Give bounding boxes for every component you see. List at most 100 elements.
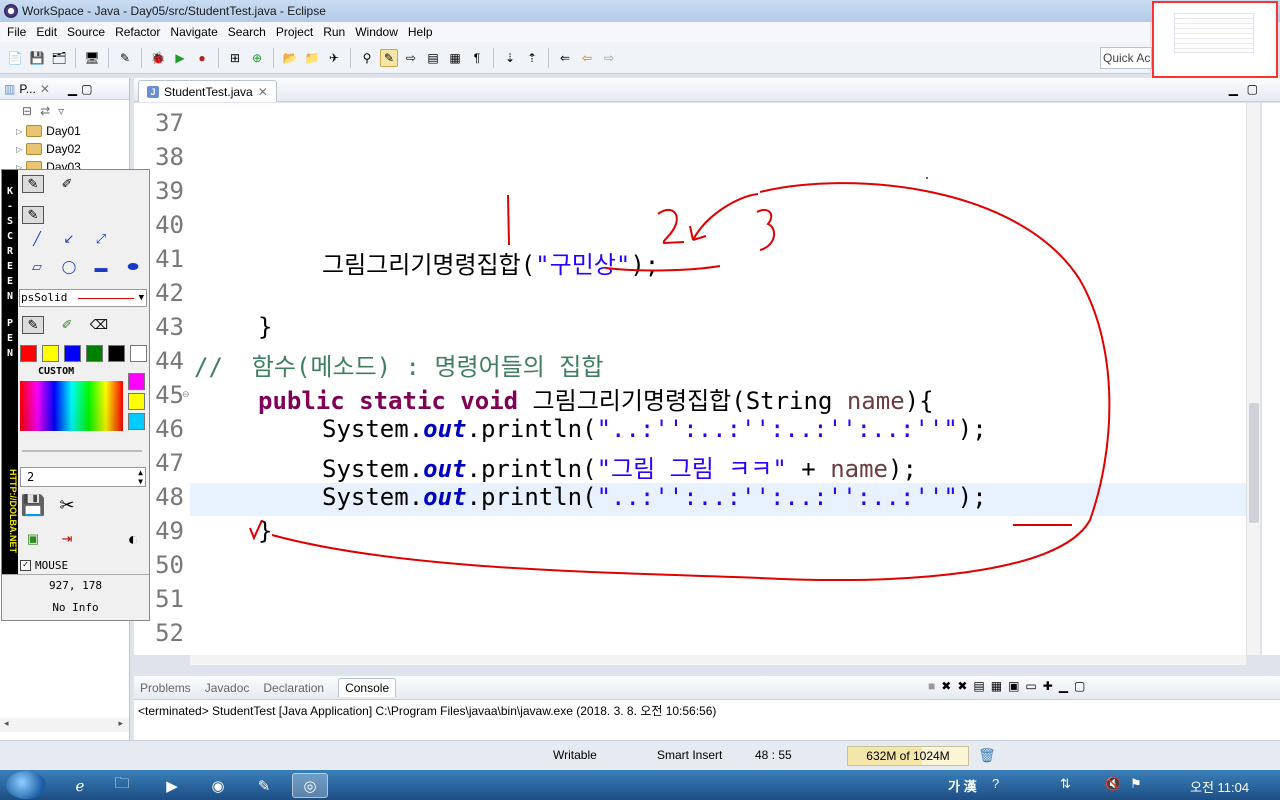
eclipse-taskbar-icon[interactable]: ◎ [292, 773, 328, 798]
brightness-slider[interactable] [22, 450, 142, 452]
custom-swatch-magenta[interactable] [128, 373, 145, 390]
new-java-class-icon[interactable]: ⊕ [248, 49, 266, 67]
collapse-all-icon[interactable]: ⊟ [22, 104, 32, 118]
color-swatch-green[interactable] [86, 345, 103, 362]
display-console-icon[interactable]: ▭ [1025, 679, 1036, 697]
double-arrow-icon[interactable]: ⤢ [90, 230, 112, 248]
save-drawing-icon[interactable]: 💾 [21, 495, 46, 517]
menu-file[interactable]: File [2, 22, 31, 42]
clear-console-icon[interactable]: ▤ [973, 679, 984, 697]
help-icon[interactable]: ? [992, 776, 999, 791]
code-editor[interactable]: 37 38 39 40 41 42 43 44 45 46 47 48 49 5… [134, 103, 1246, 655]
toggle-mark-occurrences-icon[interactable]: ✎ [380, 48, 398, 67]
menu-window[interactable]: Window [350, 22, 403, 42]
custom-swatch-yellow[interactable] [128, 393, 145, 410]
editor-horizontal-scrollbar[interactable] [190, 655, 1246, 665]
marker-tool-icon[interactable]: ✐ [56, 175, 78, 193]
close-icon[interactable]: ✕ [40, 82, 50, 96]
color-swatch-black[interactable] [108, 345, 125, 362]
remove-launch-icon[interactable]: ✖ [941, 679, 951, 697]
pen-mode-icon[interactable]: ✎ [22, 316, 44, 334]
close-icon[interactable]: ✕ [258, 85, 268, 99]
editor-vertical-scrollbar[interactable] [1246, 103, 1260, 655]
color-spectrum-picker[interactable] [20, 381, 123, 431]
new-icon[interactable]: 📄 [6, 49, 24, 67]
scroll-lock-icon[interactable]: ▦ [991, 679, 1002, 697]
save-cut-icon[interactable]: ✂ [56, 495, 78, 515]
flag-icon[interactable]: ⚑ [1130, 776, 1142, 792]
menu-help[interactable]: Help [403, 22, 438, 42]
menu-navigate[interactable]: Navigate [165, 22, 222, 42]
quick-access-input[interactable]: Quick Ac [1100, 47, 1152, 69]
menu-run[interactable]: Run [318, 22, 350, 42]
heap-status[interactable]: 632M of 1024M [847, 746, 969, 766]
filled-ellipse-icon[interactable]: ⬬ [122, 258, 144, 276]
show-whitespace-icon[interactable]: ▤ [424, 49, 442, 67]
custom-swatch-cyan[interactable] [128, 413, 145, 430]
line-tool-icon[interactable]: ╱ [26, 230, 48, 248]
open-console-icon[interactable]: ✚ [1043, 679, 1053, 697]
chrome-icon[interactable]: ◉ [200, 773, 236, 798]
trash-icon[interactable]: 🗑 [978, 747, 996, 764]
package-explorer-hscroll[interactable]: ◂ ▸ [0, 718, 129, 732]
network-icon[interactable]: ⇅ [1060, 776, 1071, 792]
show-source-icon[interactable]: ▦ [446, 49, 464, 67]
minimize-icon[interactable]: ▁ [1059, 679, 1068, 697]
color-swatch-yellow[interactable] [42, 345, 59, 362]
debug-icon[interactable]: 🐞 [149, 49, 167, 67]
toggle-block-selection-icon[interactable]: ⇨ [402, 49, 420, 67]
freehand-line-icon[interactable]: ✎ [22, 206, 44, 224]
color-swatch-red[interactable] [20, 345, 37, 362]
save-icon[interactable]: 💾 [28, 49, 46, 67]
filled-rectangle-icon[interactable]: ▬ [90, 258, 112, 276]
mouse-checkbox[interactable]: ✓ MOUSE [20, 559, 68, 572]
minimize-icon[interactable]: ▁ [68, 82, 77, 96]
ellipse-tool-icon[interactable]: ◯ [58, 258, 80, 276]
file-explorer-icon[interactable]: 🗀 [104, 773, 140, 798]
kscreen-pen-icon[interactable]: ✎ [246, 773, 282, 798]
print-icon[interactable]: 🖥 [83, 49, 101, 67]
media-player-icon[interactable]: ▶ [154, 773, 190, 798]
tab-declaration[interactable]: Declaration [263, 681, 324, 695]
previous-annotation-icon[interactable]: ⇡ [523, 49, 541, 67]
minimize-icon[interactable]: ▁ [1229, 82, 1238, 96]
pin-console-icon[interactable]: ▣ [1008, 679, 1019, 697]
rectangle-tool-icon[interactable]: ▱ [26, 258, 48, 276]
tab-problems[interactable]: Problems [140, 681, 191, 695]
tree-item-day01[interactable]: ▷ Day01 [0, 122, 129, 140]
arrow-line-icon[interactable]: ↙ [58, 230, 80, 248]
search-icon[interactable]: ✈ [325, 49, 343, 67]
ime-indicator[interactable]: 가 漢 [948, 776, 977, 795]
open-type-icon[interactable]: 📂 [281, 49, 299, 67]
new-java-package-icon[interactable]: ⊞ [226, 49, 244, 67]
open-image-icon[interactable]: ▣ [22, 530, 44, 548]
fold-collapse-icon[interactable]: ⊖ [182, 389, 190, 400]
maximize-icon[interactable]: ▢ [81, 82, 92, 96]
menu-edit[interactable]: Edit [31, 22, 62, 42]
tab-console[interactable]: Console [338, 678, 397, 697]
start-button[interactable] [6, 771, 46, 799]
menu-refactor[interactable]: Refactor [110, 22, 165, 42]
maximize-icon[interactable]: ▢ [1074, 679, 1085, 697]
color-swatch-blue[interactable] [64, 345, 81, 362]
tree-item-day02[interactable]: ▷ Day02 [0, 140, 129, 158]
last-edit-icon[interactable]: ⇐ [556, 49, 574, 67]
pen-size-spinner[interactable]: 2 ▲ ▼ [20, 467, 146, 487]
next-annotation-icon[interactable]: ⇣ [501, 49, 519, 67]
paragraph-icon[interactable]: ¶ [468, 49, 486, 67]
highlighter-icon[interactable]: ✐ [56, 316, 78, 334]
package-explorer-tab[interactable]: ▥ P... ✕ ▁ ▢ [0, 78, 129, 100]
back-icon[interactable]: ⇦ [578, 49, 596, 67]
view-menu-icon[interactable]: ▿ [58, 104, 64, 118]
forward-icon[interactable]: ⇨ [600, 49, 618, 67]
link-editor-icon[interactable]: ⇄ [40, 104, 50, 118]
external-tools-icon[interactable]: ● [193, 49, 211, 67]
spinner-arrows-icon[interactable]: ▲ ▼ [138, 468, 143, 486]
volume-icon[interactable]: 🔇 [1105, 776, 1121, 792]
editor-tab-studenttest[interactable]: J StudentTest.java ✕ [138, 80, 277, 102]
line-style-select[interactable]: psSolid ▼ [19, 289, 147, 307]
remove-all-icon[interactable]: ✖ [957, 679, 967, 697]
menu-source[interactable]: Source [62, 22, 110, 42]
toggle-breadcrumb-icon[interactable]: ⚲ [358, 49, 376, 67]
run-icon[interactable]: ▶ [171, 49, 189, 67]
